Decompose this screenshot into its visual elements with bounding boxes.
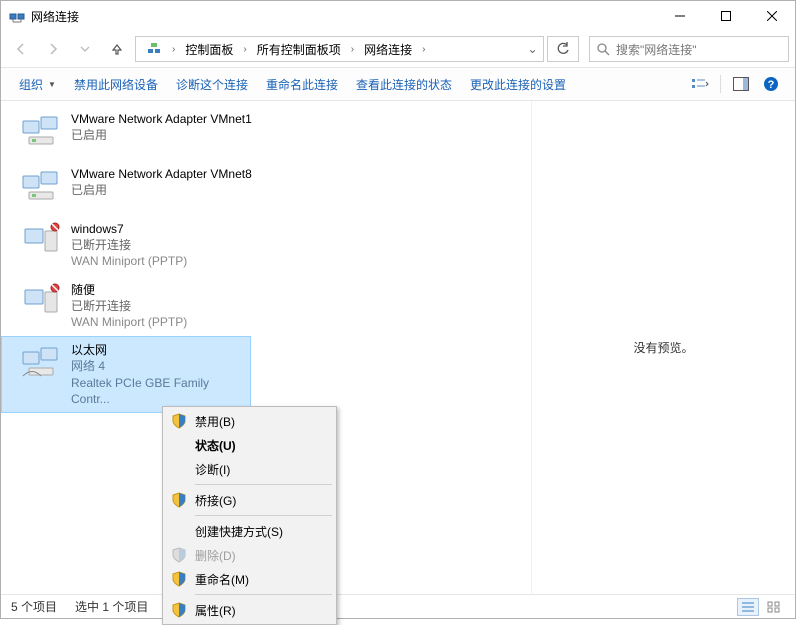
no-preview-label: 没有预览。 <box>633 339 693 356</box>
separator <box>195 515 332 516</box>
search-icon <box>596 42 610 56</box>
item-name: 随便 <box>71 282 187 298</box>
diagnose-button[interactable]: 诊断这个连接 <box>168 72 256 97</box>
view-status-button[interactable]: 查看此连接的状态 <box>348 72 460 97</box>
item-name: 以太网 <box>71 342 241 358</box>
view-options-button[interactable] <box>686 72 714 96</box>
dialup-icon <box>21 282 61 331</box>
separator <box>195 594 332 595</box>
item-status: 已启用 <box>71 182 252 198</box>
svg-text:?: ? <box>768 79 775 91</box>
maximize-button[interactable] <box>703 1 749 31</box>
item-status: 已断开连接 <box>71 237 187 253</box>
ctx-rename[interactable]: 重命名(M) <box>165 567 334 591</box>
details-view-button[interactable] <box>737 598 759 616</box>
item-device: WAN Miniport (PPTP) <box>71 314 187 330</box>
shield-icon <box>171 571 187 587</box>
refresh-button[interactable] <box>547 36 579 62</box>
close-button[interactable] <box>749 1 795 31</box>
preview-pane-button[interactable] <box>727 72 755 96</box>
recent-dropdown[interactable] <box>71 35 99 63</box>
chevron-right-icon[interactable]: › <box>170 44 177 55</box>
disable-device-button[interactable]: 禁用此网络设备 <box>66 72 166 97</box>
breadcrumb[interactable]: › 控制面板 › 所有控制面板项 › 网络连接 › ⌄ <box>135 36 544 62</box>
list-item[interactable]: 以太网 网络 4 Realtek PCIe GBE Family Contr..… <box>1 336 251 413</box>
search-placeholder: 搜索"网络连接" <box>616 41 697 58</box>
chevron-right-icon[interactable]: › <box>349 44 356 55</box>
ethernet-icon <box>21 342 61 407</box>
large-icons-view-button[interactable] <box>763 598 785 616</box>
context-menu: 禁用(B) 状态(U) 诊断(I) 桥接(G) 创建快捷方式(S) 删除(D) … <box>162 406 337 625</box>
item-status: 已断开连接 <box>71 298 187 314</box>
shield-icon <box>171 547 187 563</box>
change-settings-button[interactable]: 更改此连接的设置 <box>462 72 574 97</box>
item-name: windows7 <box>71 221 187 237</box>
breadcrumb-item-all[interactable]: 所有控制面板项 <box>251 39 347 60</box>
list-item[interactable]: windows7 已断开连接 WAN Miniport (PPTP) <box>1 215 531 276</box>
window-title: 网络连接 <box>31 8 657 25</box>
preview-pane: 没有预览。 <box>531 101 795 594</box>
forward-button[interactable] <box>39 35 67 63</box>
network-adapter-icon <box>21 166 61 209</box>
ctx-shortcut[interactable]: 创建快捷方式(S) <box>165 519 334 543</box>
selection-count: 选中 1 个项目 <box>75 598 148 615</box>
breadcrumb-history-dropdown[interactable]: ⌄ <box>521 42 543 56</box>
shield-icon <box>171 602 187 618</box>
network-adapter-icon <box>21 111 61 154</box>
breadcrumb-item-network[interactable]: 网络连接 <box>358 39 418 60</box>
shield-icon <box>171 492 187 508</box>
help-button[interactable]: ? <box>757 72 785 96</box>
item-device: WAN Miniport (PPTP) <box>71 253 187 269</box>
list-item[interactable]: VMware Network Adapter VMnet1 已启用 <box>1 105 531 160</box>
ctx-diagnose[interactable]: 诊断(I) <box>165 457 334 481</box>
chevron-right-icon[interactable]: › <box>241 44 248 55</box>
item-name: VMware Network Adapter VMnet8 <box>71 166 252 182</box>
ctx-delete: 删除(D) <box>165 543 334 567</box>
separator <box>195 484 332 485</box>
breadcrumb-root-icon[interactable] <box>140 39 168 59</box>
rename-button[interactable]: 重命名此连接 <box>258 72 346 97</box>
ctx-status[interactable]: 状态(U) <box>165 433 334 457</box>
breadcrumb-item-control-panel[interactable]: 控制面板 <box>179 39 239 60</box>
item-name: VMware Network Adapter VMnet1 <box>71 111 252 127</box>
back-button[interactable] <box>7 35 35 63</box>
dialup-icon <box>21 221 61 270</box>
ctx-disable[interactable]: 禁用(B) <box>165 409 334 433</box>
toolbar: 组织▼ 禁用此网络设备 诊断这个连接 重命名此连接 查看此连接的状态 更改此连接… <box>1 67 795 101</box>
title-bar: 网络连接 <box>1 1 795 31</box>
shield-icon <box>171 413 187 429</box>
app-icon <box>9 8 25 24</box>
item-count: 5 个项目 <box>11 598 57 615</box>
minimize-button[interactable] <box>657 1 703 31</box>
item-status: 网络 4 <box>71 358 241 374</box>
list-item[interactable]: VMware Network Adapter VMnet8 已启用 <box>1 160 531 215</box>
ctx-properties[interactable]: 属性(R) <box>165 598 334 622</box>
list-item[interactable]: 随便 已断开连接 WAN Miniport (PPTP) <box>1 276 531 337</box>
chevron-right-icon[interactable]: › <box>420 44 427 55</box>
item-status: 已启用 <box>71 127 252 143</box>
status-bar: 5 个项目 选中 1 个项目 <box>1 594 795 618</box>
organize-button[interactable]: 组织▼ <box>11 72 64 97</box>
address-bar-row: › 控制面板 › 所有控制面板项 › 网络连接 › ⌄ 搜索"网络连接" <box>1 31 795 67</box>
ctx-bridge[interactable]: 桥接(G) <box>165 488 334 512</box>
search-input[interactable]: 搜索"网络连接" <box>589 36 789 62</box>
up-button[interactable] <box>103 35 131 63</box>
item-device: Realtek PCIe GBE Family Contr... <box>71 375 241 407</box>
